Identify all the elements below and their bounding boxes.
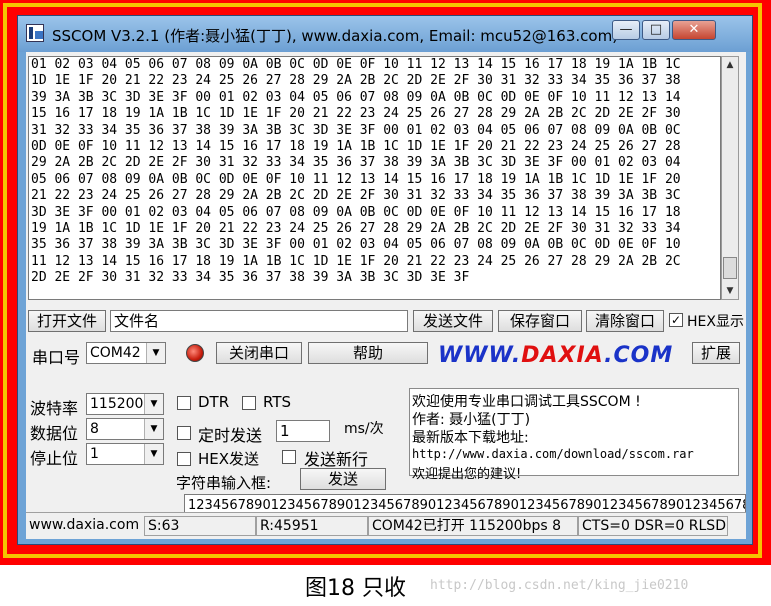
baud-label: 波特率 [30,399,79,418]
info-suggestion: 欢迎提出您的建议! [412,467,522,482]
data-bits-value: 8 [90,421,99,437]
receive-text-area[interactable]: 01 02 03 04 05 06 07 08 09 0A 0B 0C 0D 0… [28,56,721,300]
receive-line: 31 32 33 34 35 36 37 38 39 3A 3B 3C 3D 3… [31,122,681,138]
status-bar: www.daxia.com S:63 R:45951 COM42已打开 1152… [26,512,746,539]
hex-send-checkbox[interactable] [177,452,191,466]
timed-send-label: 定时发送 [198,426,263,445]
dtr-label: DTR [198,393,230,411]
minimize-button[interactable]: — [612,20,640,40]
stop-bits-label: 停止位 [30,449,79,468]
send-button[interactable]: 发送 [300,468,386,490]
window-title: SSCOM V3.2.1 (作者:聂小猛(丁丁), www.daxia.com,… [52,27,619,45]
status-received-count: R:45951 [256,516,368,536]
port-label: 串口号 [32,348,81,367]
receive-line: 2D 2E 2F 30 31 32 33 34 35 36 37 38 39 3… [31,270,470,286]
timed-interval-input[interactable]: 1 [276,420,330,442]
chevron-down-icon[interactable]: ▼ [146,343,165,363]
clear-window-button[interactable]: 清除窗口 [586,310,664,332]
info-author: 作者: 聂小猛(丁丁) [412,412,531,428]
send-file-button[interactable]: 发送文件 [413,310,493,332]
open-file-button[interactable]: 打开文件 [28,310,106,332]
hex-display-label: HEX显示 [687,314,744,330]
daxia-logo[interactable]: WWW.DAXIA.COM [438,343,673,368]
receive-line: 05 06 07 08 09 0A 0B 0C 0D 0E 0F 10 11 1… [31,171,681,187]
sscom-window: SSCOM V3.2.1 (作者:聂小猛(丁丁), www.daxia.com,… [17,15,753,545]
receive-line: 29 2A 2B 2C 2D 2E 2F 30 31 32 33 34 35 3… [31,155,681,171]
receive-line: 35 36 37 38 39 3A 3B 3C 3D 3E 3F 00 01 0… [31,237,681,253]
rts-label: RTS [263,393,292,411]
receive-scrollbar[interactable]: ▲ ▼ [721,56,739,300]
hex-display-checkbox[interactable]: ✓ [669,313,683,327]
baud-value: 115200 [90,396,144,412]
stop-bits-value: 1 [90,446,99,462]
title-bar[interactable]: SSCOM V3.2.1 (作者:聂小猛(丁丁), www.daxia.com,… [18,16,752,52]
figure-caption: 图18 只收 [305,576,406,601]
dtr-checkbox[interactable] [177,396,191,410]
receive-line: 0D 0E 0F 10 11 12 13 14 15 16 17 18 19 1… [31,139,681,155]
receive-line: 1D 1E 1F 20 21 22 23 24 25 26 27 28 29 2… [31,73,681,89]
logo-www: WWW. [438,343,522,368]
chevron-down-icon[interactable]: ▼ [144,394,163,414]
timed-unit-label: ms/次 [344,421,384,437]
status-sent-count: S:63 [144,516,256,536]
scroll-up-icon[interactable]: ▲ [722,57,738,73]
port-value: COM42 [90,345,141,361]
logo-daxia: DAXIA [521,343,605,368]
baud-select[interactable]: 115200 ▼ [86,393,164,415]
status-port-state: COM42已打开 115200bps 8 [368,516,578,536]
close-button[interactable]: ✕ [672,20,716,40]
info-download-label: 最新版本下载地址: [412,430,529,446]
receive-line: 15 16 17 18 19 1A 1B 1C 1D 1E 1F 20 21 2… [31,106,681,122]
expand-button[interactable]: 扩展 [692,342,740,364]
send-newline-label: 发送新行 [304,450,369,469]
info-panel: 欢迎使用专业串口调试工具SSCOM ! 作者: 聂小猛(丁丁) 最新版本下载地址… [409,388,739,482]
receive-line: 3D 3E 3F 00 01 02 03 04 05 06 07 08 09 0… [31,204,681,220]
close-port-button[interactable]: 关闭串口 [216,342,302,364]
data-bits-label: 数据位 [30,424,79,443]
receive-line: 01 02 03 04 05 06 07 08 09 0A 0B 0C 0D 0… [31,57,681,72]
save-window-button[interactable]: 保存窗口 [498,310,582,332]
send-newline-checkbox[interactable] [282,450,296,464]
logo-com: .COM [604,343,674,368]
receive-line: 11 12 13 14 15 16 17 18 19 1A 1B 1C 1D 1… [31,253,681,269]
info-download-url[interactable]: http://www.daxia.com/download/sscom.rar [412,447,694,461]
receive-line: 21 22 23 24 25 26 27 28 29 2A 2B 2C 2D 2… [31,188,681,204]
receive-line: 19 1A 1B 1C 1D 1E 1F 20 21 22 23 24 25 2… [31,221,681,237]
scroll-down-icon[interactable]: ▼ [722,283,738,299]
file-name-field[interactable]: 文件名 [110,310,408,332]
status-modem-lines: CTS=0 DSR=0 RLSD [578,516,728,536]
stop-bits-select[interactable]: 1 ▼ [86,443,164,465]
app-icon [26,24,44,42]
help-button[interactable]: 帮助 [308,342,428,364]
timed-send-checkbox[interactable] [177,426,191,440]
blog-watermark: http://blog.csdn.net/king_jie0210 [430,578,689,593]
info-welcome: 欢迎使用专业串口调试工具SSCOM ! [412,394,641,410]
hex-send-label: HEX发送 [198,450,260,468]
data-bits-select[interactable]: 8 ▼ [86,418,164,440]
rts-checkbox[interactable] [242,396,256,410]
status-site: www.daxia.com [29,517,140,533]
chevron-down-icon[interactable]: ▼ [144,419,163,439]
string-input-label: 字符串输入框: [176,474,272,492]
red-frame: SSCOM V3.2.1 (作者:聂小猛(丁丁), www.daxia.com,… [0,0,771,565]
chevron-down-icon[interactable]: ▼ [144,444,163,464]
receive-line: 39 3A 3B 3C 3D 3E 3F 00 01 02 03 04 05 0… [31,89,681,105]
scroll-thumb[interactable] [723,257,737,279]
port-select[interactable]: COM42 ▼ [86,342,166,364]
client-area: 01 02 03 04 05 06 07 08 09 0A 0B 0C 0D 0… [26,52,746,539]
port-status-icon [186,344,204,362]
maximize-button[interactable]: □ [642,20,670,40]
